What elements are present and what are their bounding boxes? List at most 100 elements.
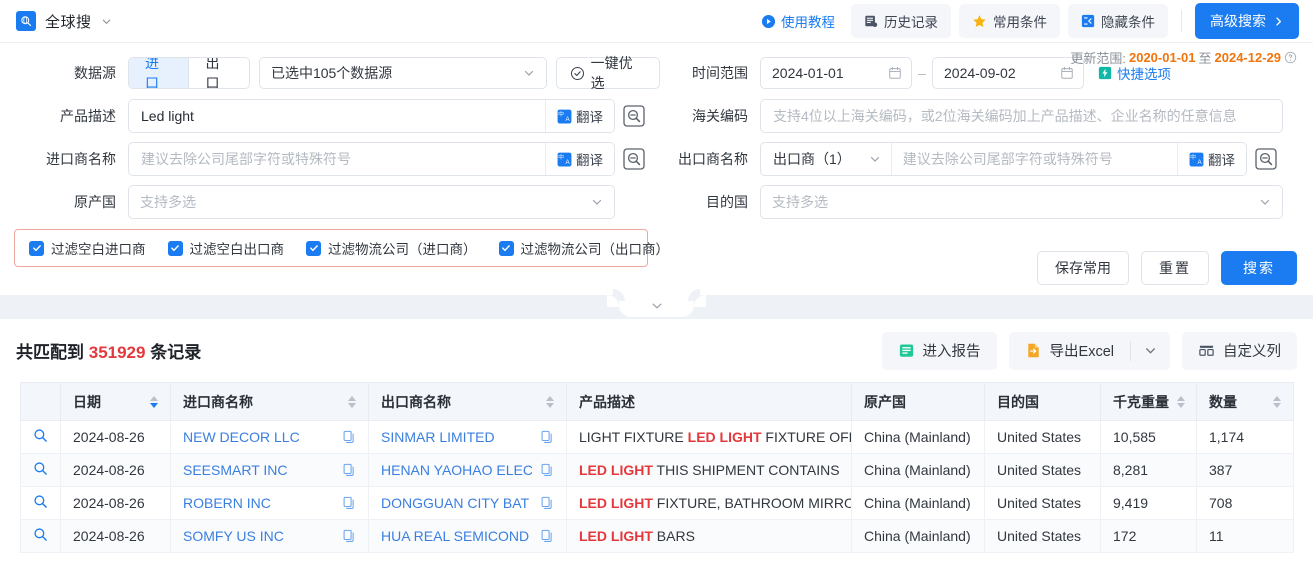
- header-label: 进口商名称: [183, 393, 253, 410]
- favorites-button[interactable]: 常用条件: [959, 4, 1060, 38]
- checkbox-filter-logistics-exporter[interactable]: 过滤物流公司（出口商）: [498, 238, 670, 258]
- chevron-down-icon[interactable]: [101, 16, 112, 27]
- importer-link[interactable]: NEW DECOR LLC: [183, 429, 300, 445]
- collapse-panel-button[interactable]: [607, 295, 706, 317]
- hscode-input[interactable]: 支持4位以上海关编码，或2位海关编码加上产品描述、企业名称的任意信息: [760, 99, 1283, 133]
- advanced-search-button[interactable]: 高级搜索: [1195, 3, 1299, 39]
- sort-toggle[interactable]: [340, 395, 356, 408]
- sort-desc-icon: [150, 402, 158, 408]
- row-destination: 目的国 支持多选: [660, 182, 1313, 222]
- copy-icon[interactable]: [334, 529, 356, 543]
- importer-link[interactable]: SEESMART INC: [183, 462, 288, 478]
- update-range-to: 至: [1198, 51, 1212, 66]
- toggle-import[interactable]: 进口: [129, 58, 189, 88]
- datasource-select[interactable]: 已选中105个数据源: [258, 57, 547, 89]
- one-click-optimize-button[interactable]: 一键优选: [555, 55, 660, 91]
- row-detail-button[interactable]: [20, 486, 61, 520]
- exporter-link[interactable]: HUA REAL SEMICOND: [381, 528, 529, 544]
- exporter-type-select[interactable]: 出口商（1）: [761, 143, 892, 175]
- chevron-right-icon: [1273, 16, 1284, 27]
- destination-select[interactable]: 支持多选: [760, 185, 1283, 219]
- zoom-out-search-icon[interactable]: [1255, 148, 1277, 170]
- translate-button[interactable]: 中A 翻译: [545, 100, 614, 132]
- form-grid: 数据源 进口 出口 已选中105个数据源 一键优选 产品描述 Led light…: [0, 53, 1313, 225]
- table-row[interactable]: 2024-08-26 SEESMART INC HENAN YAOHAO ELEC L…: [20, 453, 1294, 487]
- search-button[interactable]: 搜索: [1221, 251, 1297, 285]
- sort-toggle[interactable]: [142, 395, 158, 408]
- export-excel-label: 导出Excel: [1049, 344, 1114, 360]
- checkbox-filter-blank-exporter[interactable]: 过滤空白出口商: [167, 238, 284, 258]
- checkbox-filter-blank-importer[interactable]: 过滤空白进口商: [29, 238, 146, 258]
- reset-button[interactable]: 重置: [1141, 251, 1209, 285]
- export-options-chevron-down-icon[interactable]: [1131, 344, 1170, 357]
- save-favorite-button[interactable]: 保存常用: [1037, 251, 1129, 285]
- chevron-down-icon: [523, 67, 535, 79]
- cell-destination: United States: [984, 486, 1101, 520]
- desc-highlight: LED LIGHT: [579, 528, 653, 544]
- origin-select[interactable]: 支持多选: [128, 185, 615, 219]
- copy-icon[interactable]: [334, 430, 356, 444]
- copy-icon[interactable]: [532, 529, 554, 543]
- importer-input[interactable]: 建议去除公司尾部字符或特殊符号 中A 翻译: [128, 142, 615, 176]
- header-exporter[interactable]: 出口商名称: [368, 382, 567, 421]
- cell-origin: China (Mainland): [851, 519, 985, 553]
- copy-icon[interactable]: [532, 496, 554, 510]
- header-date[interactable]: 日期: [60, 382, 171, 421]
- one-click-optimize-label: 一键优选: [590, 55, 633, 91]
- translate-label: 翻译: [576, 153, 603, 168]
- play-circle-icon: [761, 14, 776, 29]
- row-detail-button[interactable]: [20, 453, 61, 487]
- cell-product-desc: LIGHT FIXTURE LED LIGHT FIXTURE OFFI: [566, 420, 852, 454]
- brand[interactable]: 全球搜: [16, 11, 112, 32]
- table-row[interactable]: 2024-08-26 ROBERN INC DONGGUAN CITY BAT LED…: [20, 486, 1294, 520]
- copy-icon[interactable]: [532, 430, 554, 444]
- row-detail-button[interactable]: [20, 420, 61, 454]
- copy-icon[interactable]: [334, 496, 356, 510]
- date-end-input[interactable]: 2024-09-02: [932, 57, 1084, 89]
- results-section: 共匹配到 351929 条记录 进入报告 导出Excel 自定义列 日期 进口商…: [0, 319, 1313, 553]
- copy-icon[interactable]: [334, 463, 356, 477]
- sort-toggle[interactable]: [538, 395, 554, 408]
- row-hscode: 海关编码 支持4位以上海关编码，或2位海关编码加上产品描述、企业名称的任意信息: [660, 96, 1313, 136]
- product-desc-input[interactable]: Led light 中A 翻译: [128, 99, 615, 133]
- enter-report-button[interactable]: 进入报告: [881, 331, 997, 370]
- cell-quantity: 1,174: [1196, 420, 1294, 454]
- header-label: 目的国: [997, 393, 1039, 410]
- sort-toggle[interactable]: [1265, 395, 1281, 408]
- sort-asc-icon: [1177, 395, 1185, 401]
- importer-link[interactable]: ROBERN INC: [183, 495, 271, 511]
- history-button[interactable]: 历史记录: [851, 4, 951, 38]
- header-label: 原产国: [864, 393, 906, 410]
- export-excel-button[interactable]: 导出Excel: [1009, 340, 1130, 361]
- checkbox-label: 过滤物流公司（出口商）: [520, 242, 670, 257]
- date-start-input[interactable]: 2024-01-01: [760, 57, 912, 89]
- cell-date: 2024-08-26: [60, 420, 171, 454]
- exporter-link[interactable]: HENAN YAOHAO ELEC: [381, 462, 532, 478]
- translate-button[interactable]: 中A 翻译: [545, 143, 614, 175]
- exporter-link[interactable]: SINMAR LIMITED: [381, 429, 495, 445]
- header-importer[interactable]: 进口商名称: [170, 382, 369, 421]
- header-weight[interactable]: 千克重量: [1100, 382, 1197, 421]
- help-circle-icon[interactable]: [1284, 51, 1297, 64]
- zoom-out-search-icon[interactable]: [623, 148, 645, 170]
- sort-toggle[interactable]: [1169, 395, 1185, 408]
- checkbox-filter-logistics-importer[interactable]: 过滤物流公司（进口商）: [306, 238, 477, 258]
- importer-link[interactable]: SOMFY US INC: [183, 528, 284, 544]
- table-row[interactable]: 2024-08-26 NEW DECOR LLC SINMAR LIMITED LIG…: [20, 420, 1294, 454]
- checkbox-label: 过滤空白进口商: [51, 242, 146, 257]
- table-row[interactable]: 2024-08-26 SOMFY US INC HUA REAL SEMICOND L…: [20, 519, 1294, 553]
- tutorial-link[interactable]: 使用教程: [753, 6, 843, 36]
- zoom-out-search-icon[interactable]: [623, 105, 645, 127]
- header-label: 出口商名称: [381, 393, 451, 410]
- header-quantity[interactable]: 数量: [1196, 382, 1294, 421]
- favorites-label: 常用条件: [993, 15, 1047, 30]
- row-detail-button[interactable]: [20, 519, 61, 553]
- custom-columns-button[interactable]: 自定义列: [1182, 331, 1297, 370]
- app-page: 全球搜 使用教程 历史记录 常用条件 隐藏条件 高级搜索 更新范围: 2020-…: [0, 0, 1313, 563]
- exporter-link[interactable]: DONGGUAN CITY BAT: [381, 495, 529, 511]
- svg-text:中: 中: [1190, 152, 1196, 160]
- hidden-conditions-button[interactable]: 隐藏条件: [1068, 4, 1168, 38]
- toggle-export[interactable]: 出口: [189, 58, 249, 88]
- copy-icon[interactable]: [532, 463, 554, 477]
- translate-button[interactable]: 中A 翻译: [1177, 143, 1246, 175]
